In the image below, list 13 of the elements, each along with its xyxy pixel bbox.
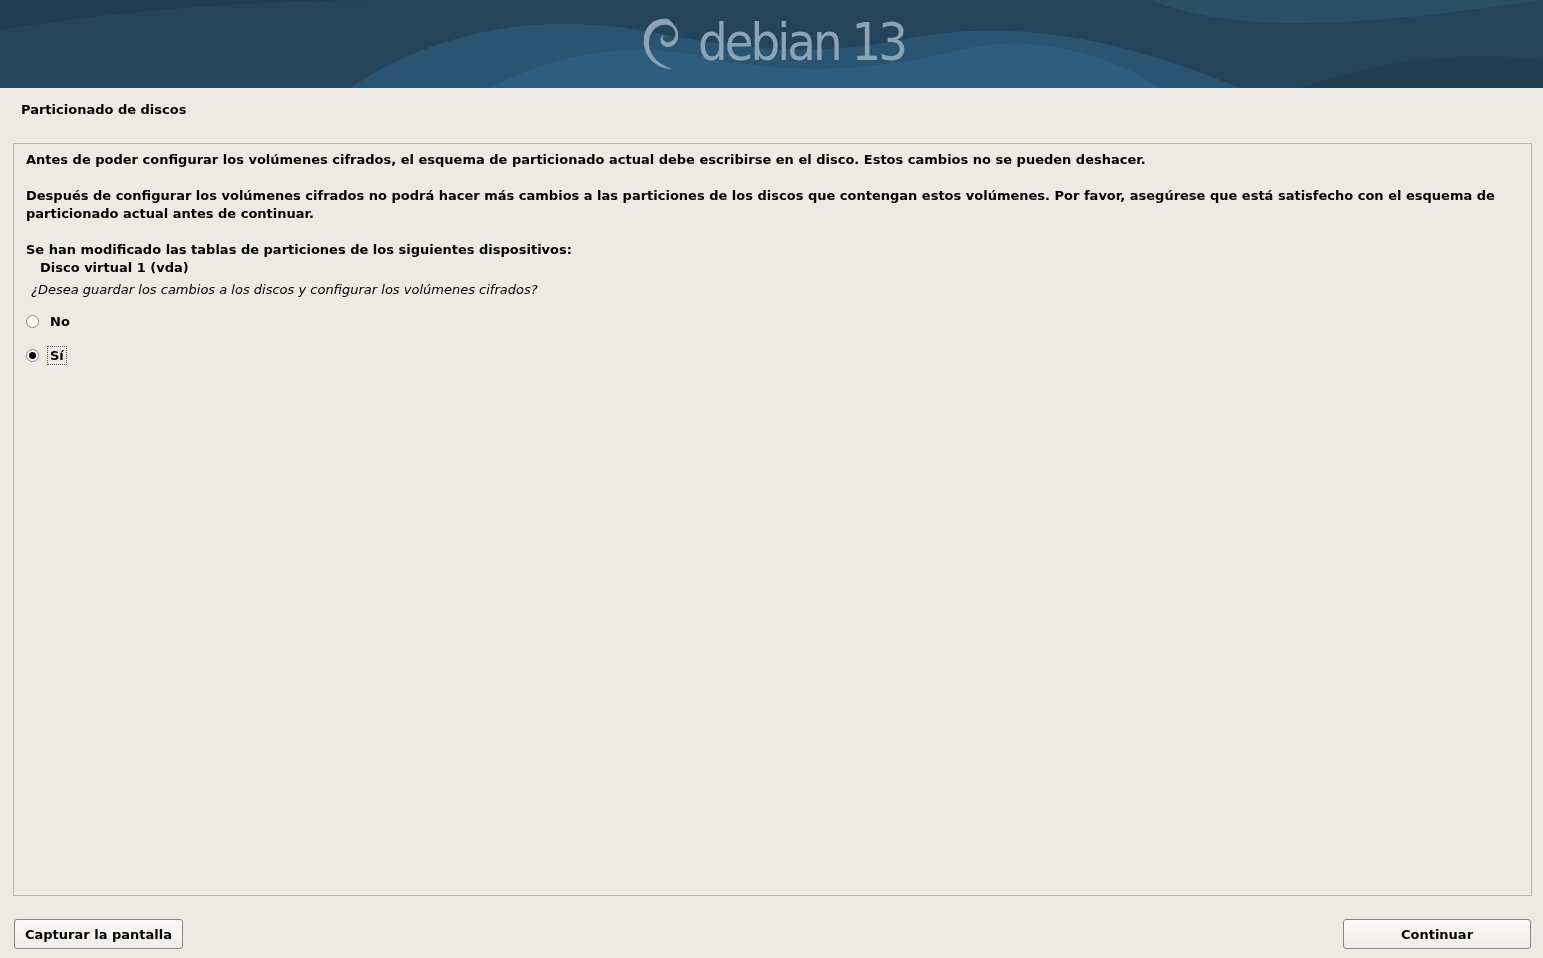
option-label[interactable]: Sí [47, 345, 67, 365]
question-text: ¿Desea guardar los cambios a los discos y configurar los volúmenes cifrados? [30, 281, 539, 299]
paragraph: Después de configurar los volúmenes cifrados no podrá hacer más cambios a las particiones de los discos que contengan estos volúmenes. Por favor, asegúrese que está satisfecho con el esquema de particionado actual antes de continuar. [26, 187, 1496, 223]
action-button[interactable]: Continuar [1343, 919, 1531, 949]
action-button[interactable]: Capturar la pantalla [14, 919, 183, 949]
device-name: Disco virtual 1 (vda) [39, 259, 190, 277]
radio-button[interactable] [26, 348, 39, 362]
page-title: Particionado de discos [20, 101, 188, 119]
paragraph: Antes de poder configurar los volúmenes cifrados, el esquema de particionado actual debe escribirse en el disco. Estos cambios no se pueden deshacer. [26, 151, 1147, 169]
radio-button[interactable] [26, 314, 39, 328]
logo-text: debian 13 [698, 12, 905, 72]
option-label[interactable]: No [47, 311, 73, 331]
devices-heading: Se han modificado las tablas de particiones de los siguientes dispositivos: [26, 241, 573, 259]
